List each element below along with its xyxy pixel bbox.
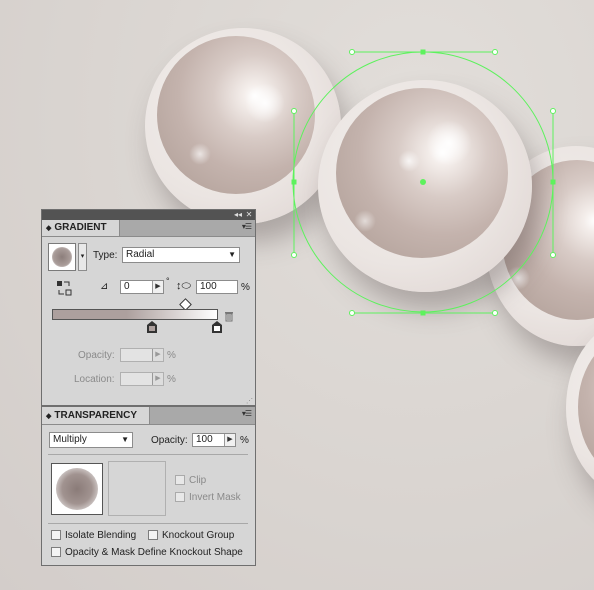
- transparency-opacity-input[interactable]: 100 ▶: [192, 433, 236, 447]
- knockout-group-checkbox[interactable]: [148, 530, 158, 540]
- gradient-swatch[interactable]: [48, 243, 76, 271]
- location-stepper-icon[interactable]: ▶: [152, 373, 163, 385]
- tab-options-icon: ◆: [46, 225, 52, 232]
- angle-value: 0: [124, 281, 130, 292]
- location-unit: %: [167, 374, 176, 385]
- isolate-blending-checkbox[interactable]: [51, 530, 61, 540]
- swatch-dropdown-icon[interactable]: ▾: [78, 243, 87, 271]
- knockout-group-label: Knockout Group: [162, 530, 235, 541]
- gradient-opacity-unit: %: [167, 350, 176, 361]
- gradient-opacity-input[interactable]: ▶: [120, 348, 164, 362]
- mask-thumbnail-area[interactable]: [108, 461, 166, 516]
- blend-mode-value: Multiply: [53, 434, 87, 445]
- tab-gradient[interactable]: ◆ GRADIENT: [42, 220, 120, 236]
- panel-menu-icon[interactable]: ▾☰: [242, 222, 252, 231]
- aspect-ratio-icon: ↕⬭: [176, 280, 191, 292]
- gradient-panel: ◂◂ ✕ ◆ GRADIENT ▾☰ ▾ Type: Radial ▼ ⊿ 0 ▶…: [41, 209, 256, 406]
- transparency-opacity-unit: %: [240, 435, 249, 446]
- opacity-mask-knockout-checkbox[interactable]: [51, 547, 61, 557]
- tab-gradient-label: GRADIENT: [54, 222, 107, 233]
- object-thumbnail[interactable]: [51, 463, 103, 515]
- collapse-icon[interactable]: ◂◂: [233, 210, 243, 220]
- aspect-ratio-value: 100: [200, 281, 217, 292]
- angle-input[interactable]: 0 ▶: [120, 280, 164, 294]
- clip-checkbox[interactable]: [175, 475, 185, 485]
- type-value: Radial: [126, 249, 155, 260]
- isolate-blending-label: Isolate Blending: [65, 530, 137, 541]
- type-select[interactable]: Radial ▼: [122, 247, 240, 263]
- transparency-opacity-value: 100: [196, 434, 213, 445]
- angle-icon: ⊿: [100, 281, 109, 292]
- tab-transparency[interactable]: ◆ TRANSPARENCY: [42, 407, 150, 424]
- ramp-delete-icon[interactable]: [224, 310, 234, 322]
- close-icon[interactable]: ✕: [244, 210, 254, 220]
- chevron-down-icon: ▼: [121, 435, 129, 444]
- location-label: Location:: [74, 374, 115, 385]
- blend-mode-select[interactable]: Multiply ▼: [49, 432, 133, 448]
- aspect-unit: %: [241, 282, 250, 293]
- type-label: Type:: [93, 250, 118, 261]
- clip-label: Clip: [189, 475, 207, 486]
- gradient-ramp[interactable]: [52, 309, 218, 320]
- color-stop-right[interactable]: [212, 321, 222, 333]
- aspect-ratio-input[interactable]: 100: [196, 280, 238, 294]
- opacity-label: Opacity:: [78, 350, 115, 361]
- color-stop-left[interactable]: [147, 321, 157, 333]
- transparency-panel: ◆ TRANSPARENCY ▾☰ Multiply ▼ Opacity: 100…: [41, 406, 256, 566]
- transparency-opacity-label: Opacity:: [151, 435, 188, 446]
- divider: [48, 523, 248, 524]
- invert-mask-checkbox[interactable]: [175, 492, 185, 502]
- degree-symbol: °: [166, 276, 170, 286]
- divider: [48, 454, 248, 455]
- angle-stepper-icon[interactable]: ▶: [152, 281, 163, 293]
- tab-transparency-label: TRANSPARENCY: [54, 410, 137, 421]
- invert-mask-label: Invert Mask: [189, 492, 241, 503]
- opacity-mask-knockout-label: Opacity & Mask Define Knockout Shape: [65, 547, 243, 558]
- opacity-stepper-icon[interactable]: ▶: [152, 349, 163, 361]
- reverse-gradient-icon[interactable]: [56, 280, 72, 296]
- opacity-stepper-icon[interactable]: ▶: [224, 434, 235, 446]
- location-input[interactable]: ▶: [120, 372, 164, 386]
- chevron-down-icon: ▼: [228, 250, 236, 259]
- tab-options-icon: ◆: [46, 413, 52, 420]
- panel-titlebar[interactable]: ◂◂ ✕: [42, 210, 255, 220]
- resize-grip-icon[interactable]: ⋰: [246, 397, 253, 405]
- panel-menu-icon[interactable]: ▾☰: [242, 409, 252, 418]
